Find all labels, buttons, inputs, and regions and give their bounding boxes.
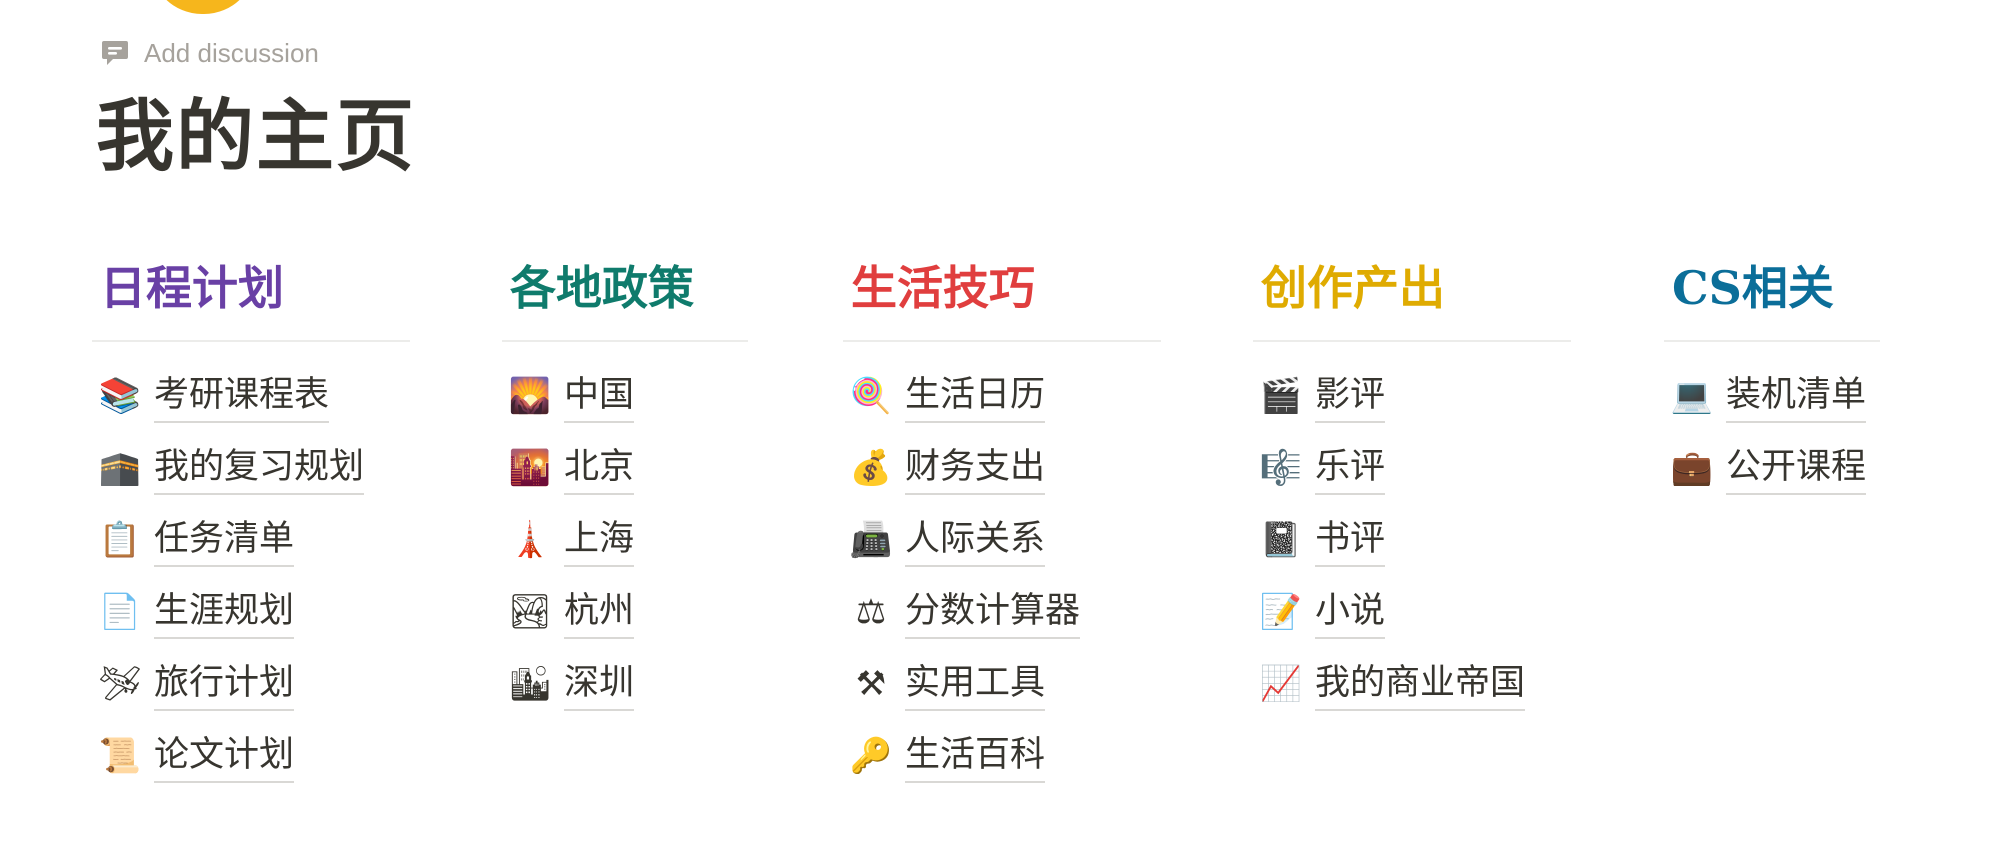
kaaba-icon: 🕋: [98, 448, 142, 488]
page-link-label[interactable]: 财务支出: [905, 441, 1046, 495]
column-heading[interactable]: 各地政策: [502, 252, 748, 324]
briefcase-icon: 💼: [1670, 448, 1714, 488]
add-discussion-button[interactable]: Add discussion: [100, 36, 319, 70]
page-link-item[interactable]: 🎼 乐评: [1253, 432, 1571, 504]
lollipop-icon: 🍭: [849, 376, 893, 416]
column-divider: [92, 340, 410, 342]
page-link-label[interactable]: 深圳: [564, 657, 635, 711]
column-divider: [1253, 340, 1571, 342]
column-heading[interactable]: 创作产出: [1253, 252, 1571, 324]
page-link-item[interactable]: 💻 装机清单: [1664, 360, 1880, 432]
comment-bubble-icon: [102, 41, 128, 65]
page-link-label[interactable]: 中国: [564, 369, 635, 423]
page-link-item[interactable]: 🏙 深圳: [502, 648, 748, 720]
page-link-label[interactable]: 考研课程表: [154, 369, 330, 423]
balance-scale-icon: ⚖: [855, 592, 887, 632]
page-link-item[interactable]: 🔑 生活百科: [843, 720, 1161, 792]
page-link-item[interactable]: 📚 考研课程表: [92, 360, 410, 432]
page-link-item[interactable]: 🎬 影评: [1253, 360, 1571, 432]
page-link-label[interactable]: 论文计划: [154, 729, 295, 783]
column-life: 生活技巧 🍭 生活日历 💰 财务支出 📠 人际关系 ⚖ 分数计算器 ⚒ 实用工具 🔑 生活百科: [843, 252, 1161, 792]
page-link-label[interactable]: 旅行计划: [154, 657, 295, 711]
page-link-label[interactable]: 上海: [564, 513, 635, 567]
column-divider: [843, 340, 1161, 342]
page-link-label[interactable]: 书评: [1315, 513, 1386, 567]
page-link-item[interactable]: 🕋 我的复习规划: [92, 432, 410, 504]
page-link-label[interactable]: 北京: [564, 441, 635, 495]
page-link-item[interactable]: 📠 人际关系: [843, 504, 1161, 576]
page-link-item[interactable]: 📋 任务清单: [92, 504, 410, 576]
page-link-item[interactable]: ⚒ 实用工具: [843, 648, 1161, 720]
column-heading[interactable]: CS相关: [1664, 252, 1880, 324]
page-link-label[interactable]: 杭州: [564, 585, 635, 639]
cityscape-icon: 🏙: [508, 664, 552, 704]
page-link-label[interactable]: 小说: [1315, 585, 1386, 639]
notion-page: Add discussion 我的主页 日程计划 📚 考研课程表 🕋 我的复习规划 📋 任…: [0, 0, 2008, 864]
page-link-list: 🍭 生活日历 💰 财务支出 📠 人际关系 ⚖ 分数计算器 ⚒ 实用工具 🔑 生活百科: [843, 360, 1161, 792]
column-divider: [502, 340, 748, 342]
national-park-icon: 🏞: [508, 592, 552, 632]
page-link-list: 💻 装机清单 💼 公开课程: [1664, 360, 1880, 504]
page-link-label[interactable]: 装机清单: [1726, 369, 1867, 423]
page-link-item[interactable]: 🌇 北京: [502, 432, 748, 504]
key-icon: 🔑: [849, 736, 893, 776]
page-link-item[interactable]: 📄 生涯规划: [92, 576, 410, 648]
page-link-item[interactable]: 🗼 上海: [502, 504, 748, 576]
page-icon-emoji[interactable]: [150, 0, 256, 14]
page-title[interactable]: 我的主页: [96, 82, 416, 192]
city-sunset-icon: 🌇: [508, 448, 552, 488]
page-link-item[interactable]: ⚖ 分数计算器: [843, 576, 1161, 648]
notebook-icon: 📓: [1259, 520, 1303, 560]
page-link-label[interactable]: 人际关系: [905, 513, 1046, 567]
sunrise-mountains-icon: 🌄: [508, 376, 552, 416]
page-link-item[interactable]: 📈 我的商业帝国: [1253, 648, 1571, 720]
column-cs: CS相关 💻 装机清单 💼 公开课程: [1664, 252, 1880, 504]
page-link-list: 🎬 影评 🎼 乐评 📓 书评 📝 小说 📈 我的商业帝国: [1253, 360, 1571, 720]
clapper-board-icon: 🎬: [1259, 376, 1303, 416]
column-heading[interactable]: 生活技巧: [843, 252, 1161, 324]
clipboard-icon: 📋: [98, 520, 142, 560]
scroll-icon: 📜: [98, 736, 142, 776]
page-link-label[interactable]: 生涯规划: [154, 585, 295, 639]
column-schedule: 日程计划 📚 考研课程表 🕋 我的复习规划 📋 任务清单 📄 生涯规划 🛩 旅行计划 📜 论文计划: [92, 252, 410, 792]
page-link-label[interactable]: 任务清单: [154, 513, 295, 567]
page-link-label[interactable]: 我的复习规划: [154, 441, 365, 495]
page-link-item[interactable]: 🏞 杭州: [502, 576, 748, 648]
column-heading[interactable]: 日程计划: [92, 252, 410, 324]
musical-score-icon: 🎼: [1259, 448, 1303, 488]
page-link-item[interactable]: 📓 书评: [1253, 504, 1571, 576]
airplane-icon: 🛩: [98, 664, 142, 704]
page-link-item[interactable]: 💰 财务支出: [843, 432, 1161, 504]
page-link-label[interactable]: 影评: [1315, 369, 1386, 423]
page-link-list: 🌄 中国 🌇 北京 🗼 上海 🏞 杭州 🏙 深圳: [502, 360, 748, 720]
hammer-pick-icon: ⚒: [855, 664, 887, 704]
add-discussion-label: Add discussion: [144, 37, 319, 68]
page-link-list: 📚 考研课程表 🕋 我的复习规划 📋 任务清单 📄 生涯规划 🛩 旅行计划 📜 论文计划: [92, 360, 410, 792]
document-icon: 📄: [98, 592, 142, 632]
page-link-label[interactable]: 生活百科: [905, 729, 1046, 783]
page-link-item[interactable]: 🍭 生活日历: [843, 360, 1161, 432]
page-link-label[interactable]: 实用工具: [905, 657, 1046, 711]
column-creative: 创作产出 🎬 影评 🎼 乐评 📓 书评 📝 小说 📈 我的商业帝国: [1253, 252, 1571, 720]
money-bag-icon: 💰: [849, 448, 893, 488]
page-link-label[interactable]: 分数计算器: [905, 585, 1081, 639]
memo-icon: 📝: [1259, 592, 1303, 632]
page-link-label[interactable]: 我的商业帝国: [1315, 657, 1526, 711]
page-link-label[interactable]: 乐评: [1315, 441, 1386, 495]
books-icon: 📚: [98, 376, 142, 416]
laptop-icon: 💻: [1670, 376, 1714, 416]
column-divider: [1664, 340, 1880, 342]
page-link-item[interactable]: 📜 论文计划: [92, 720, 410, 792]
tokyo-tower-icon: 🗼: [508, 520, 552, 560]
page-link-label[interactable]: 生活日历: [905, 369, 1046, 423]
page-link-label[interactable]: 公开课程: [1726, 441, 1867, 495]
page-link-item[interactable]: 🛩 旅行计划: [92, 648, 410, 720]
column-policy: 各地政策 🌄 中国 🌇 北京 🗼 上海 🏞 杭州 🏙 深圳: [502, 252, 748, 720]
page-link-item[interactable]: 🌄 中国: [502, 360, 748, 432]
chart-increasing-icon: 📈: [1259, 664, 1303, 704]
fax-machine-icon: 📠: [849, 520, 893, 560]
page-link-item[interactable]: 📝 小说: [1253, 576, 1571, 648]
page-link-item[interactable]: 💼 公开课程: [1664, 432, 1880, 504]
